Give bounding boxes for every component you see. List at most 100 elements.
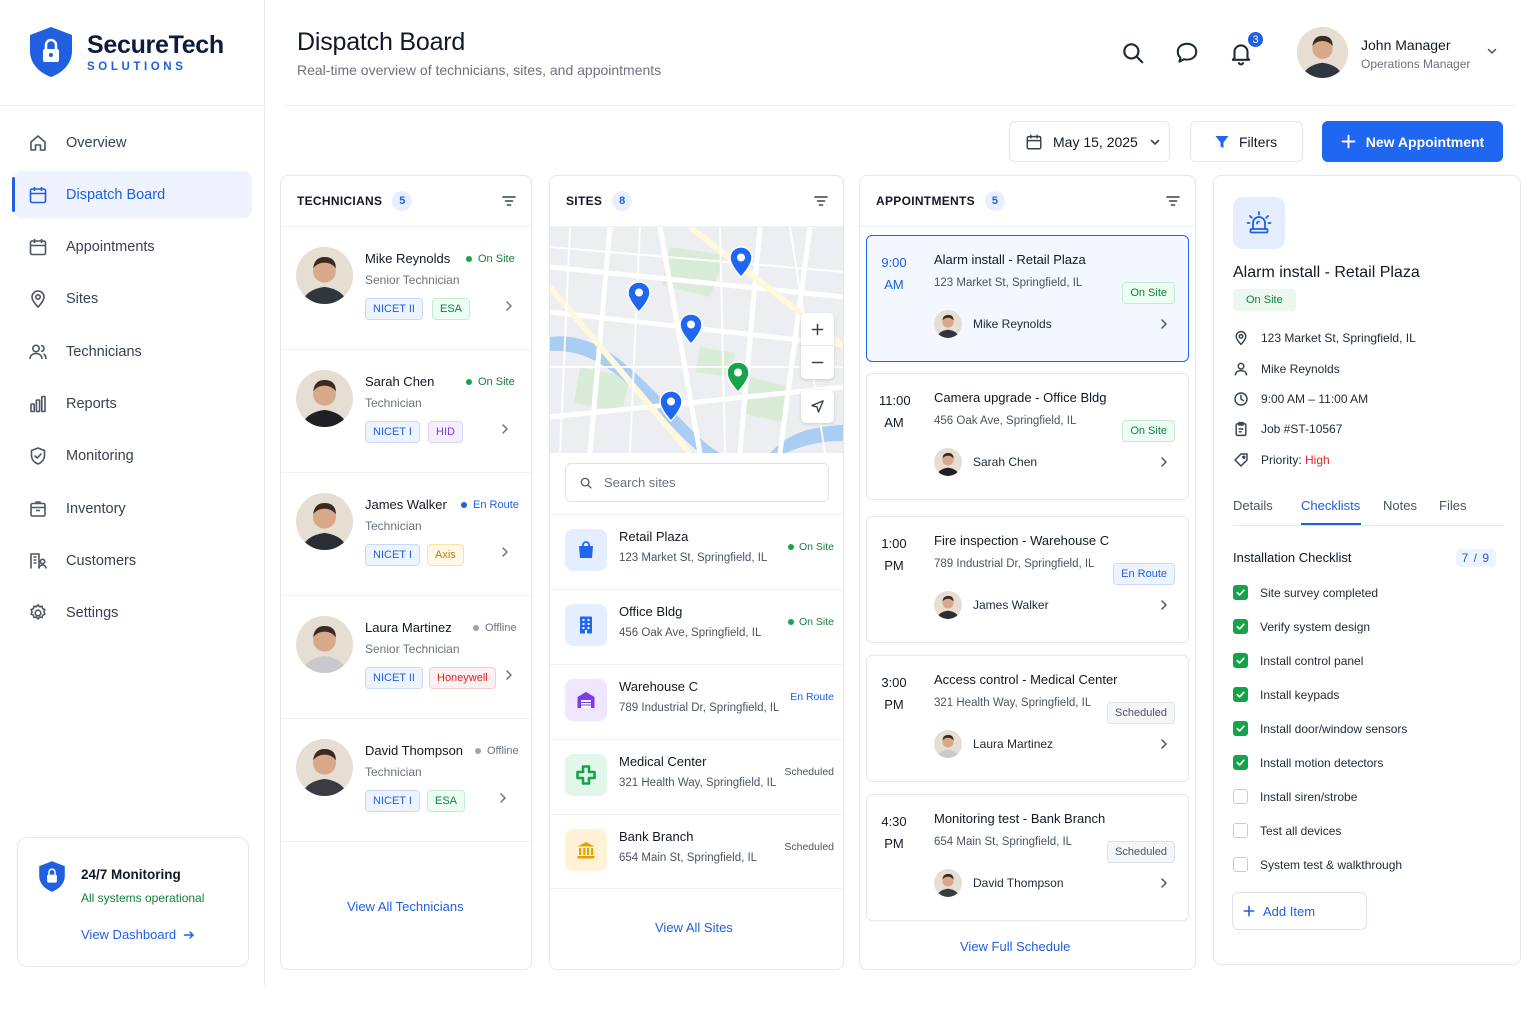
sidebar-item-overview[interactable]: Overview (14, 119, 252, 166)
panel-title: APPOINTMENTS (876, 194, 975, 208)
technician-row[interactable]: Sarah Chen On Site Technician NICET I HI… (281, 350, 531, 473)
appointment-card[interactable]: 3:00 PM Access control - Medical Center 3… (866, 655, 1189, 782)
chevron-right-icon (503, 300, 515, 312)
appointment-card[interactable]: 1:00 PM Fire inspection - Warehouse C 789… (866, 516, 1189, 643)
warehouse-icon (565, 679, 607, 721)
map-pin-icon (1233, 330, 1249, 346)
certification-tag: ESA (427, 790, 466, 812)
checklist-item[interactable]: Test all devices (1233, 823, 1341, 838)
filter-icon[interactable] (1165, 193, 1181, 209)
map-pin-icon[interactable] (729, 246, 753, 278)
appointment-card[interactable]: 11:00 AM Camera upgrade - Office Bldg 456… (866, 373, 1189, 500)
filter-icon[interactable] (501, 193, 517, 209)
checkbox-unchecked[interactable] (1233, 857, 1248, 872)
new-appointment-button[interactable]: New Appointment (1322, 121, 1503, 162)
view-all-technicians-link[interactable]: View All Technicians (347, 899, 464, 914)
technician-row[interactable]: Laura Martinez Offline Senior Technician… (281, 596, 531, 719)
map-pin-icon[interactable] (679, 313, 703, 345)
site-row[interactable]: Retail Plaza 123 Market St, Springfield,… (550, 514, 843, 589)
tab-checklists[interactable]: Checklists (1301, 498, 1360, 513)
date-picker[interactable]: May 15, 2025 (1009, 121, 1170, 162)
status-badge: En Route (461, 499, 519, 511)
checklist-item[interactable]: System test & walkthrough (1233, 857, 1402, 872)
calendar-icon (28, 185, 48, 205)
avatar (934, 869, 962, 897)
technician-role: Technician (365, 396, 422, 410)
view-full-schedule-link[interactable]: View Full Schedule (960, 939, 1070, 954)
checkbox-checked[interactable] (1233, 721, 1248, 736)
checklist-item[interactable]: Install control panel (1233, 653, 1363, 668)
site-row[interactable]: Bank Branch 654 Main St, Springfield, IL… (550, 814, 843, 889)
checklist-item[interactable]: Install siren/strobe (1233, 789, 1357, 804)
sidebar-item-sites[interactable]: Sites (14, 276, 252, 323)
chat-icon[interactable] (1174, 40, 1200, 66)
brand-logo[interactable]: SecureTech SOLUTIONS (28, 26, 224, 78)
zoom-in-button[interactable] (801, 313, 834, 346)
filter-icon[interactable] (813, 193, 829, 209)
date-value: May 15, 2025 (1053, 133, 1138, 150)
technician-row[interactable]: Mike Reynolds On Site Senior Technician … (281, 227, 531, 350)
map-pin-icon[interactable] (726, 361, 750, 393)
chevron-right-icon (499, 546, 511, 558)
checklist-item[interactable]: Verify system design (1233, 619, 1370, 634)
tab-details[interactable]: Details (1233, 498, 1273, 513)
sidebar-item-monitoring[interactable]: Monitoring (14, 433, 252, 480)
status-badge: Scheduled (1107, 841, 1175, 863)
sidebar-item-reports[interactable]: Reports (14, 380, 252, 427)
bank-icon (565, 829, 607, 871)
checkbox-checked[interactable] (1233, 755, 1248, 770)
checklist-progress: 7 / 9 (1455, 549, 1496, 567)
checklist-item[interactable]: Install motion detectors (1233, 755, 1383, 770)
tab-notes[interactable]: Notes (1383, 498, 1417, 513)
checkbox-checked[interactable] (1233, 619, 1248, 634)
sidebar-item-label: Inventory (66, 500, 126, 517)
view-all-sites-link[interactable]: View All Sites (655, 920, 733, 935)
appointment-address: 789 Industrial Dr, Springfield, IL (934, 558, 1095, 570)
appointment-card[interactable]: 9:00 AM Alarm install - Retail Plaza 123 … (866, 235, 1189, 362)
home-icon (28, 133, 48, 153)
checklist-item[interactable]: Site survey completed (1233, 585, 1378, 600)
avatar (296, 739, 353, 796)
zoom-out-button[interactable] (801, 346, 834, 379)
site-row[interactable]: Medical Center 321 Health Way, Springfie… (550, 739, 843, 814)
chevron-right-icon (497, 792, 509, 804)
sidebar-item-technicians[interactable]: Technicians (14, 328, 252, 375)
checklist-item[interactable]: Install keypads (1233, 687, 1339, 702)
checkbox-unchecked[interactable] (1233, 823, 1248, 838)
appointment-card[interactable]: 4:30 PM Monitoring test - Bank Branch 654… (866, 794, 1189, 921)
appointment-title: Access control - Medical Center (934, 672, 1118, 687)
map-pin-icon[interactable] (627, 281, 651, 313)
sites-map[interactable] (550, 227, 843, 453)
locate-button[interactable] (801, 390, 834, 423)
plus-icon (1341, 134, 1356, 149)
filters-button[interactable]: Filters (1190, 121, 1303, 162)
site-row[interactable]: Warehouse C 789 Industrial Dr, Springfie… (550, 664, 843, 739)
chevron-right-icon (499, 423, 511, 435)
map-pin-icon[interactable] (659, 390, 683, 422)
checkbox-checked[interactable] (1233, 687, 1248, 702)
site-search-input[interactable]: Search sites (565, 463, 829, 502)
count-badge: 5 (984, 191, 1005, 211)
chevron-down-icon[interactable] (1486, 45, 1498, 57)
technician-row[interactable]: David Thompson Offline Technician NICET … (281, 719, 531, 842)
sidebar-item-customers[interactable]: Customers (14, 537, 252, 584)
checkbox-checked[interactable] (1233, 585, 1248, 600)
checkbox-checked[interactable] (1233, 653, 1248, 668)
checklist-item[interactable]: Install door/window sensors (1233, 721, 1407, 736)
search-icon[interactable] (1120, 40, 1146, 66)
sidebar-item-settings[interactable]: Settings (14, 590, 252, 637)
add-item-button[interactable]: Add Item (1232, 892, 1367, 930)
sidebar-item-label: Customers (66, 552, 137, 569)
avatar[interactable] (1297, 27, 1348, 78)
sidebar-item-label: Dispatch Board (66, 186, 166, 203)
technician-row[interactable]: James Walker En Route Technician NICET I… (281, 473, 531, 596)
sidebar-item-inventory[interactable]: Inventory (14, 485, 252, 532)
tab-files[interactable]: Files (1439, 498, 1466, 513)
sidebar-item-dispatch-board[interactable]: Dispatch Board (12, 171, 252, 219)
sidebar-item-appointments[interactable]: Appointments (14, 224, 252, 271)
appointment-time: 3:00 PM (881, 675, 907, 712)
checklist-title: Installation Checklist (1233, 550, 1352, 565)
checkbox-unchecked[interactable] (1233, 789, 1248, 804)
site-row[interactable]: Office Bldg 456 Oak Ave, Springfield, IL… (550, 589, 843, 664)
view-dashboard-link[interactable]: View Dashboard (81, 927, 195, 942)
